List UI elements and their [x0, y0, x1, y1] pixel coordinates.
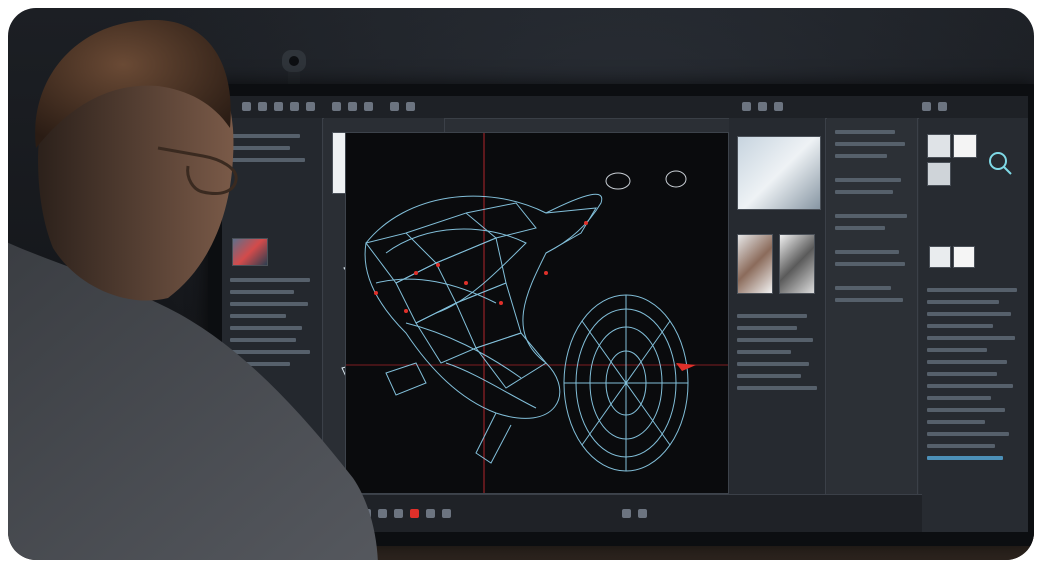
- panel-row[interactable]: [835, 130, 895, 134]
- panel-row[interactable]: [927, 348, 987, 352]
- panel-row[interactable]: [835, 226, 885, 230]
- timeline-icon[interactable]: [426, 509, 435, 518]
- texture-panel: [729, 118, 826, 532]
- panel-row[interactable]: [737, 338, 813, 342]
- photo-frame: [8, 8, 1034, 560]
- panel-row[interactable]: [835, 142, 905, 146]
- layer-thumbnail[interactable]: [927, 134, 951, 158]
- toolbar-icon[interactable]: [922, 102, 931, 111]
- texture-thumbnail[interactable]: [737, 136, 821, 210]
- timeline-icon[interactable]: [394, 509, 403, 518]
- panel-row[interactable]: [927, 372, 997, 376]
- toolbar-icon[interactable]: [938, 102, 947, 111]
- properties-panel: [827, 118, 918, 532]
- texture-thumbnail[interactable]: [779, 234, 815, 294]
- panel-row[interactable]: [737, 386, 817, 390]
- panel-row[interactable]: [927, 360, 1007, 364]
- panel-row[interactable]: [835, 154, 887, 158]
- panel-row[interactable]: [927, 384, 1013, 388]
- 3d-viewport[interactable]: [345, 132, 729, 494]
- selected-layer-row[interactable]: [927, 456, 1003, 460]
- panel-row[interactable]: [835, 214, 907, 218]
- panel-row[interactable]: [927, 312, 1011, 316]
- panel-row[interactable]: [927, 324, 993, 328]
- panel-row[interactable]: [835, 298, 903, 302]
- toolbar-icon[interactable]: [406, 102, 415, 111]
- timeline-icon[interactable]: [622, 509, 631, 518]
- toolbar-icon[interactable]: [758, 102, 767, 111]
- panel-row[interactable]: [835, 286, 891, 290]
- panel-row[interactable]: [835, 250, 899, 254]
- timeline-icon[interactable]: [378, 509, 387, 518]
- panel-row[interactable]: [927, 396, 991, 400]
- panel-row[interactable]: [737, 374, 801, 378]
- panel-row[interactable]: [927, 420, 985, 424]
- timeline-icon[interactable]: [638, 509, 647, 518]
- panel-row[interactable]: [835, 262, 905, 266]
- panel-row[interactable]: [927, 444, 995, 448]
- layer-thumbnail[interactable]: [929, 246, 951, 268]
- toolbar-icon[interactable]: [390, 102, 399, 111]
- layer-thumbnail[interactable]: [953, 246, 975, 268]
- search-icon[interactable]: [985, 148, 1015, 178]
- panel-row[interactable]: [737, 314, 807, 318]
- panel-row[interactable]: [927, 432, 1009, 436]
- panel-row[interactable]: [737, 362, 809, 366]
- toolbar-icon[interactable]: [742, 102, 751, 111]
- panel-row[interactable]: [835, 178, 901, 182]
- panel-row[interactable]: [737, 326, 797, 330]
- panel-row[interactable]: [927, 300, 999, 304]
- panel-row[interactable]: [927, 408, 1005, 412]
- layer-thumbnail[interactable]: [927, 162, 951, 186]
- timeline-icon[interactable]: [442, 509, 451, 518]
- texture-thumbnail[interactable]: [737, 234, 773, 294]
- panel-row[interactable]: [737, 350, 791, 354]
- panel-row[interactable]: [927, 336, 1015, 340]
- layers-panel: [919, 118, 1028, 532]
- timeline-bar: [322, 494, 922, 532]
- toolbar-icon[interactable]: [774, 102, 783, 111]
- panel-row[interactable]: [927, 288, 1017, 292]
- panel-row[interactable]: [835, 190, 893, 194]
- wireframe-motorcycle-icon: [346, 133, 728, 493]
- person-silhouette: [8, 19, 378, 560]
- layer-thumbnail[interactable]: [953, 134, 977, 158]
- record-icon[interactable]: [410, 509, 419, 518]
